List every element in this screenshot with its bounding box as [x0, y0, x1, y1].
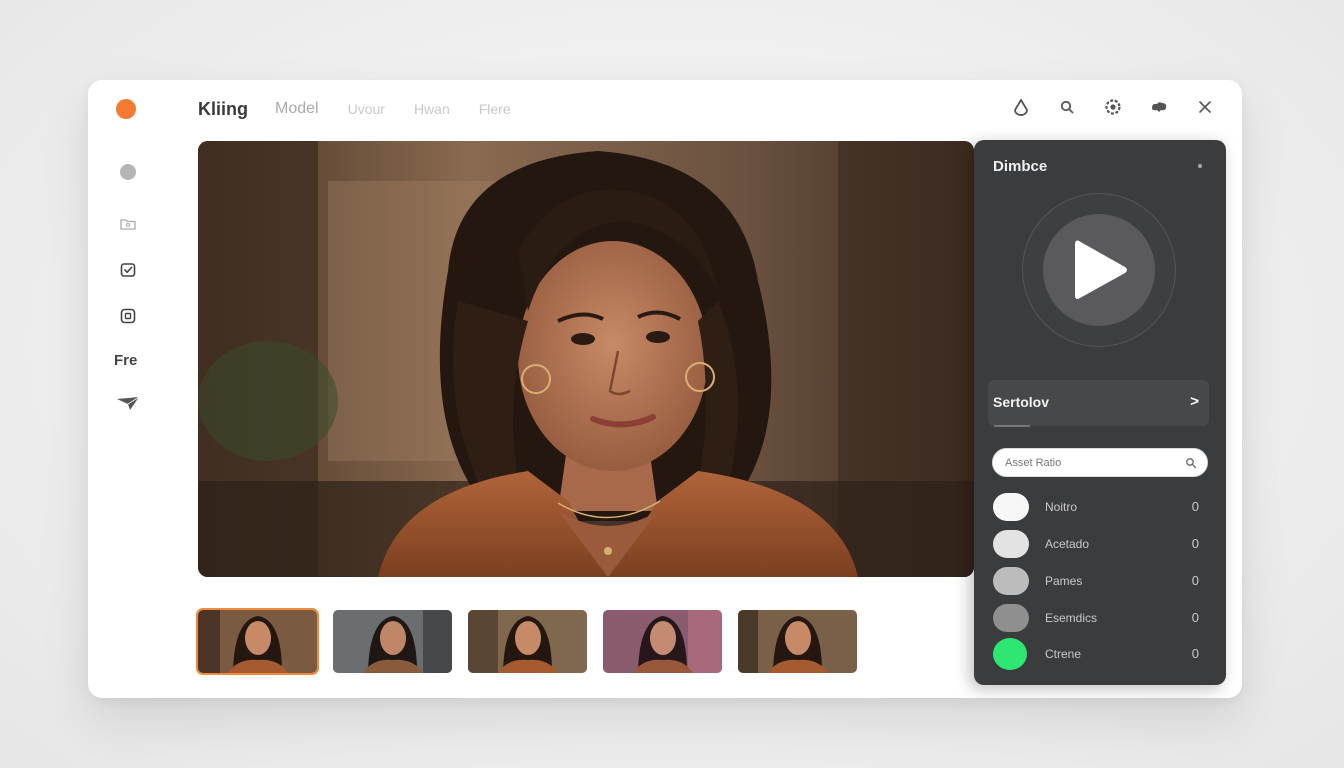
- top-navigation: Kliing Model Uvour Hwan Flere: [198, 98, 540, 120]
- thumbnail-2[interactable]: [333, 610, 452, 673]
- option-row-1[interactable]: Noitro 0: [993, 493, 1213, 523]
- play-icon: [1075, 240, 1127, 299]
- cloud-icon[interactable]: [1148, 96, 1170, 118]
- brand-logo-dot[interactable]: [116, 99, 136, 119]
- option-name: Pames: [1045, 574, 1083, 588]
- chevron-right-icon: >: [1190, 393, 1199, 410]
- rail-text-item[interactable]: Fre: [114, 348, 154, 372]
- thumbnail-strip: [196, 608, 857, 675]
- search-field: [992, 448, 1208, 477]
- video-preview[interactable]: [198, 141, 974, 577]
- nav-model[interactable]: Model: [275, 100, 319, 118]
- folder-icon[interactable]: [114, 212, 142, 236]
- nav-uvour[interactable]: Uvour: [348, 101, 385, 117]
- option-count: 0: [1191, 646, 1199, 661]
- panel-title: Dimbce: [993, 158, 1048, 175]
- circle-icon[interactable]: [114, 160, 142, 184]
- select-underline: [994, 425, 1030, 427]
- option-row-2[interactable]: Acetado 0: [993, 530, 1213, 560]
- thumbnail-3[interactable]: [468, 610, 587, 673]
- brand-title: Kliing: [198, 98, 248, 119]
- option-name: Ctrene: [1045, 647, 1082, 661]
- thumbnail-4[interactable]: [603, 610, 722, 673]
- option-swatch: [993, 493, 1029, 521]
- settings-icon[interactable]: [1102, 96, 1124, 118]
- nav-flere[interactable]: Flere: [479, 101, 511, 117]
- search-input[interactable]: [1005, 455, 1175, 471]
- option-count: 0: [1191, 536, 1199, 551]
- option-name: Noitro: [1045, 500, 1078, 514]
- play-ring: [1022, 193, 1176, 347]
- close-icon[interactable]: [1194, 96, 1216, 118]
- option-swatch: [993, 530, 1029, 558]
- calendar-check-icon[interactable]: [114, 258, 142, 282]
- thumbnail-5[interactable]: [738, 610, 857, 673]
- play-button[interactable]: [1043, 214, 1155, 326]
- option-swatch: [993, 567, 1029, 595]
- send-icon[interactable]: [114, 391, 142, 415]
- square-icon[interactable]: [114, 304, 142, 328]
- search-icon[interactable]: [1056, 96, 1078, 118]
- side-panel: Dimbce Sertolov > Noitro 0: [974, 140, 1226, 685]
- option-name: Esemdics: [1045, 611, 1098, 625]
- select-dropdown[interactable]: Sertolov >: [988, 380, 1209, 426]
- drop-icon[interactable]: [1010, 96, 1032, 118]
- option-count: 0: [1191, 499, 1199, 514]
- select-label: Sertolov: [993, 394, 1050, 410]
- app-window: Kliing Model Uvour Hwan Flere Fre Dimbce…: [88, 80, 1242, 698]
- option-row-4[interactable]: Esemdics 0: [993, 604, 1213, 634]
- option-count: 0: [1191, 610, 1199, 625]
- option-swatch: [993, 604, 1029, 632]
- panel-menu-dot[interactable]: [1198, 164, 1202, 168]
- nav-hwan[interactable]: Hwan: [414, 101, 450, 117]
- topbar-icons: [1010, 96, 1216, 118]
- option-swatch-active: [993, 638, 1027, 670]
- option-count: 0: [1191, 573, 1199, 588]
- thumbnail-1[interactable]: [196, 608, 319, 675]
- option-row-3[interactable]: Pames 0: [993, 567, 1213, 597]
- option-name: Acetado: [1045, 537, 1090, 551]
- option-row-5[interactable]: Ctrene 0: [993, 638, 1213, 670]
- rail-text-label: Fre: [114, 351, 138, 369]
- search-icon[interactable]: [1185, 456, 1197, 474]
